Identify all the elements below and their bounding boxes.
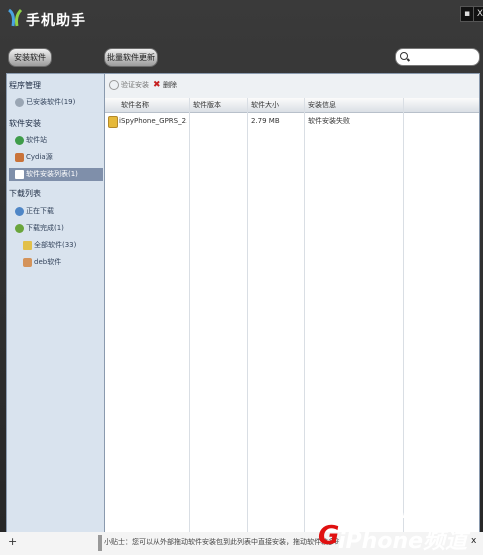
column-divider	[403, 98, 404, 533]
sidebar-item-install-list[interactable]: 软件安装列表(1)	[9, 168, 103, 181]
table-row[interactable]: iSpyPhone_GPRS_2.1.2... 2.79 MB 软件安装失败	[105, 114, 479, 128]
search-input[interactable]	[411, 50, 479, 64]
column-size[interactable]: 软件大小	[251, 98, 279, 112]
verify-icon	[109, 80, 119, 90]
cell-size: 2.79 MB	[251, 117, 280, 125]
table-header: 软件名称 软件版本 软件大小 安装信息	[105, 98, 479, 113]
search-icon	[400, 52, 408, 60]
batch-update-button[interactable]: 批量软件更新	[104, 48, 158, 67]
column-divider	[304, 98, 305, 533]
cell-info: 软件安装失败	[308, 117, 350, 125]
deb-icon	[23, 257, 32, 267]
status-tip: 小贴士：您可以从外部拖动软件安装包到此列表中直接安装，拖动软件较多时，需要	[104, 538, 339, 546]
sidebar-item-installed[interactable]: 已安装软件(19)	[15, 96, 103, 109]
cell-name: iSpyPhone_GPRS_2.1.2...	[119, 117, 187, 125]
add-button[interactable]: +	[8, 535, 17, 548]
download-icon	[15, 206, 24, 216]
check-icon	[15, 223, 24, 233]
watermark-g: G	[318, 521, 340, 551]
delete-icon: ✖	[153, 80, 161, 90]
package-icon	[108, 116, 118, 128]
sidebar-item-software-store[interactable]: 软件站	[15, 134, 103, 147]
sidebar-item-all-software[interactable]: 全部软件(33)	[23, 239, 103, 252]
minimize-button[interactable]: ▪	[460, 6, 474, 22]
watermark-url: IPHONE.265G.COM	[370, 510, 476, 521]
column-version[interactable]: 软件版本	[193, 98, 221, 112]
verify-install-button[interactable]: 验证安装	[109, 79, 149, 91]
app-logo-icon	[8, 8, 23, 27]
sidebar-item-downloading[interactable]: 正在下载	[15, 205, 103, 218]
gear-icon	[15, 97, 24, 107]
sidebar-item-downloaded[interactable]: 下载完成(1)	[15, 222, 103, 235]
list-icon	[15, 169, 24, 179]
top-toolbar: 安装软件 批量软件更新	[0, 38, 483, 72]
watermark-brand: iPhone频道	[338, 529, 468, 554]
sidebar-item-cydia[interactable]: Cydia源	[15, 151, 103, 164]
search-box[interactable]	[395, 48, 480, 66]
globe-icon	[15, 135, 24, 145]
sidebar-item-deb[interactable]: deb软件	[23, 256, 103, 269]
close-window-button[interactable]: X	[473, 6, 483, 22]
column-divider	[247, 98, 248, 533]
cydia-icon	[15, 152, 24, 162]
column-name[interactable]: 软件名称	[121, 98, 149, 112]
main-panel: 验证安装 ✖ 删除 软件名称 软件版本 软件大小 安装信息 iSpyPhone_G…	[104, 73, 480, 534]
list-toolbar: 验证安装 ✖ 删除	[105, 74, 479, 98]
cell-version	[193, 114, 245, 128]
app-window: 手机助手 ▪ X 安装软件 批量软件更新 程序管理 已安装软件(19) 软件安装…	[0, 0, 483, 555]
section-software-install: 软件安装	[9, 119, 41, 128]
sidebar: 程序管理 已安装软件(19) 软件安装 软件站 Cydia源 软件安装列表(1)…	[6, 73, 106, 534]
column-info[interactable]: 安装信息	[308, 98, 336, 112]
folder-icon	[23, 240, 32, 250]
app-title: 手机助手	[26, 13, 86, 29]
sidebar-scroll-handle[interactable]	[98, 535, 102, 551]
delete-button[interactable]: ✖ 删除	[153, 79, 177, 91]
column-divider	[189, 98, 190, 533]
install-software-button[interactable]: 安装软件	[8, 48, 52, 67]
close-tip-button[interactable]: x	[471, 536, 476, 546]
section-program-management: 程序管理	[9, 81, 41, 90]
section-download-list: 下载列表	[9, 189, 41, 198]
title-bar: 手机助手 ▪ X	[0, 0, 483, 38]
